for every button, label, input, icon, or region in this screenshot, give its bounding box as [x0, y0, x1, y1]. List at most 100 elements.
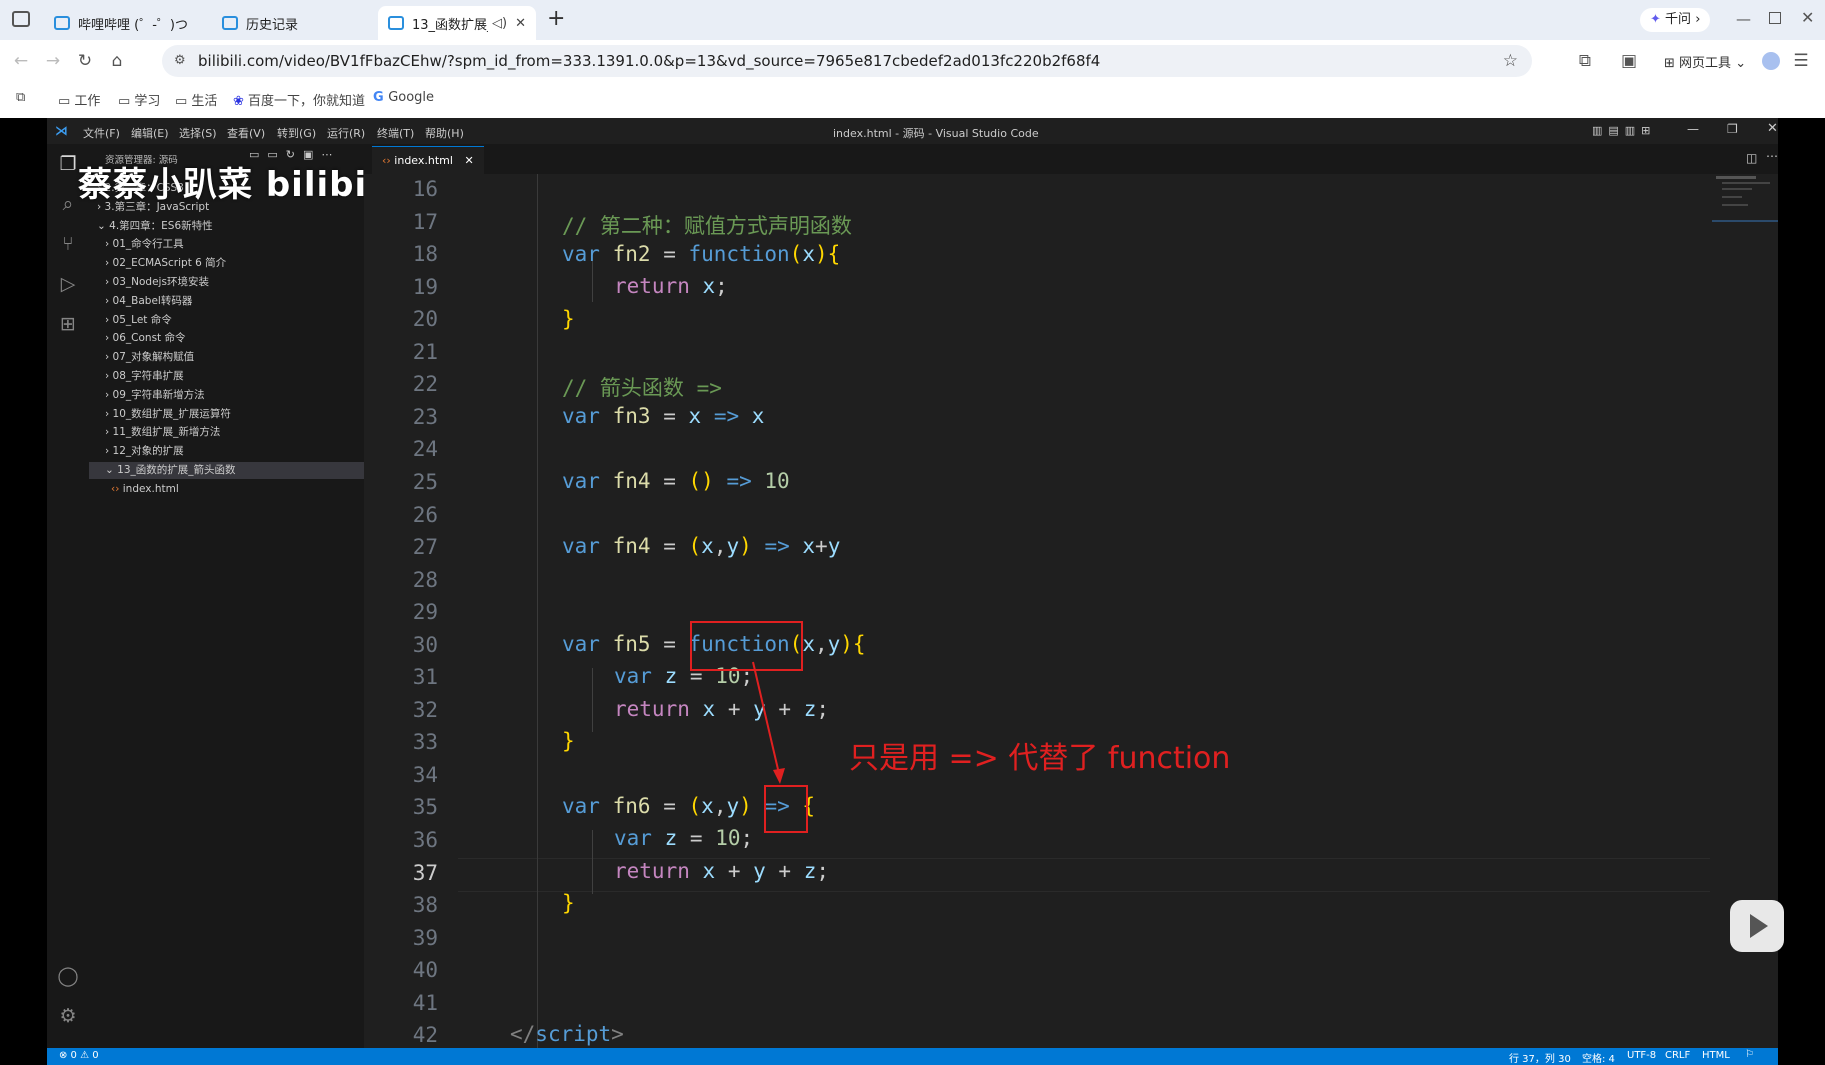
bookmark-folder-study[interactable]: ▭ 学习 — [118, 90, 160, 109]
tree-folder-item[interactable]: › 01_命令行工具 — [89, 236, 364, 253]
source-control-icon[interactable]: ⑂ — [56, 232, 80, 256]
bilibili-play-logo-icon[interactable] — [1730, 900, 1784, 952]
layout-toggle-icons[interactable]: ▥▤▥⊞ — [1592, 124, 1656, 137]
tree-item-label: index.html — [122, 482, 179, 495]
menu-go[interactable]: 转到(G) — [277, 125, 316, 141]
code-line-18: var fn2 = function(x){ — [562, 242, 841, 266]
url-input[interactable]: ⚙ bilibili.com/video/BV1fFbazCEhw/?spm_i… — [162, 45, 1532, 77]
code-line-27: var fn4 = (x,y) => x+y — [562, 534, 841, 558]
operator: = — [663, 794, 676, 818]
keyword-function: function — [688, 242, 790, 266]
close-window-icon[interactable]: ✕ — [1801, 8, 1814, 27]
menu-run[interactable]: 运行(R) — [327, 125, 365, 141]
reload-icon[interactable]: ↻ — [74, 50, 96, 72]
tree-folder-item[interactable]: › 05_Let 命令 — [89, 312, 364, 329]
keyword-return: return — [614, 859, 690, 883]
extensions-icon[interactable]: ⧉ — [1574, 50, 1596, 72]
vscode-minimize-icon[interactable]: — — [1687, 122, 1699, 136]
qianwen-button[interactable]: ✦ 千问 › — [1640, 8, 1711, 32]
bookmarks-apps-icon[interactable]: ⧉ — [16, 90, 25, 105]
back-icon[interactable]: ← — [10, 50, 32, 72]
menu-terminal[interactable]: 终端(T) — [377, 125, 414, 141]
menu-help[interactable]: 帮助(H) — [425, 125, 464, 141]
browser-tab-active[interactable]: 13_函数扩展_箭头函数 ◁) ✕ — [378, 6, 536, 40]
run-debug-icon[interactable]: ▷ — [56, 272, 80, 296]
menu-view[interactable]: 查看(V) — [227, 125, 265, 141]
tree-folder-item[interactable]: › 07_对象解构赋值 — [89, 349, 364, 366]
profile-avatar[interactable] — [1762, 52, 1780, 70]
settings-gear-icon[interactable]: ⚙ — [56, 1004, 80, 1028]
site-info-icon[interactable]: ⚙ — [174, 45, 186, 77]
extensions-icon[interactable]: ⊞ — [56, 312, 80, 336]
bookmarks-bar: ⧉ ▭ 工作 ▭ 学习 ▭ 生活 ❀ 百度一下，你就知道 G Google — [0, 82, 1825, 118]
bookmark-star-icon[interactable]: ☆ — [1503, 45, 1518, 77]
bookmark-baidu[interactable]: ❀ 百度一下，你就知道 — [233, 90, 365, 109]
tab-label: 历史记录 — [246, 17, 299, 33]
tab-actions-icon[interactable] — [12, 11, 30, 27]
operator: = — [663, 242, 676, 266]
identifier: x — [702, 697, 716, 721]
browser-tab-history[interactable]: 历史记录 — [212, 6, 366, 40]
identifier: z — [664, 826, 678, 850]
identifier: fn5 — [612, 632, 651, 656]
split-editor-icon[interactable]: ◫ — [1746, 151, 1757, 165]
home-icon[interactable]: ⌂ — [106, 50, 128, 72]
bookmark-folder-work[interactable]: ▭ 工作 — [58, 90, 100, 109]
menu-edit[interactable]: 编辑(E) — [131, 125, 169, 141]
indentation-status[interactable]: 空格: 4 — [1582, 1050, 1615, 1065]
tree-item-label: 06_Const 命令 — [112, 332, 186, 345]
tree-folder-item[interactable]: › 12_对象的扩展 — [89, 443, 364, 460]
maximize-window-icon[interactable] — [1769, 12, 1781, 24]
tree-file-item[interactable]: ‹› index.html — [89, 481, 364, 498]
indent-guide — [592, 830, 593, 894]
language-mode[interactable]: HTML — [1702, 1050, 1730, 1061]
folder-icon: ▭ — [175, 94, 192, 109]
forward-icon[interactable]: → — [42, 50, 64, 72]
web-tools-button[interactable]: ⊞ 网页工具 ⌄ — [1664, 52, 1746, 71]
tree-folder-item[interactable]: › 10_数组扩展_扩展运算符 — [89, 406, 364, 423]
vscode-close-icon[interactable]: ✕ — [1767, 121, 1778, 136]
close-tab-icon[interactable]: ✕ — [515, 16, 526, 31]
minimap[interactable] — [1712, 174, 1778, 234]
tree-folder-item[interactable]: › 09_字符串新增方法 — [89, 387, 364, 404]
param: y — [827, 632, 841, 656]
explorer-icon[interactable]: ❐ — [56, 152, 80, 176]
arrow-operator: => — [726, 469, 752, 493]
bookmark-folder-life[interactable]: ▭ 生活 — [175, 90, 217, 109]
notifications-bell-icon[interactable]: ⚐ — [1745, 1049, 1754, 1060]
bookmark-label: 生活 — [191, 94, 218, 109]
browser-tab-bilibili-home[interactable]: 哔哩哔哩 (゜-゜)つロ 干杯~-bilibili — [44, 6, 198, 40]
eol-status[interactable]: CRLF — [1665, 1050, 1690, 1061]
encoding-status[interactable]: UTF-8 — [1627, 1050, 1656, 1061]
chevron-right-icon: › — [105, 351, 113, 364]
tree-folder-item[interactable]: ⌄ 4.第四章：ES6新特性 — [89, 218, 364, 235]
identifier: fn4 — [612, 534, 651, 558]
tree-folder-item[interactable]: › 08_字符串扩展 — [89, 368, 364, 385]
menu-selection[interactable]: 选择(S) — [179, 125, 217, 141]
sidebar-menu-icon[interactable]: ☰ — [1790, 50, 1812, 72]
tree-folder-item[interactable]: › 06_Const 命令 — [89, 330, 364, 347]
more-actions-icon[interactable]: ⋯ — [1766, 149, 1778, 163]
problems-indicator[interactable]: ⊗ 0 ⚠ 0 — [59, 1050, 99, 1061]
tree-folder-item[interactable]: › 11_数组扩展_新增方法 — [89, 424, 364, 441]
new-tab-button[interactable]: + — [547, 6, 565, 31]
line-number: 35 — [412, 795, 438, 820]
vscode-restore-icon[interactable]: ❐ — [1727, 122, 1738, 136]
number-literal: 10 — [764, 469, 790, 493]
editor-tab-index-html[interactable]: ‹› index.html ✕ — [372, 146, 484, 175]
bookmark-google[interactable]: G Google — [373, 90, 434, 105]
screenshot-icon[interactable]: ▣ — [1618, 50, 1640, 72]
menu-file[interactable]: 文件(F) — [83, 125, 120, 141]
speaker-icon[interactable]: ◁) — [492, 16, 507, 31]
cursor-position[interactable]: 行 37，列 30 — [1509, 1050, 1571, 1065]
accounts-icon[interactable]: ◯ — [56, 964, 80, 988]
minimize-window-icon[interactable]: — — [1736, 10, 1751, 28]
tree-folder-item[interactable]: ⌄ 13_函数的扩展_箭头函数 — [89, 462, 364, 479]
line-number: 39 — [412, 925, 438, 950]
param: x — [701, 534, 714, 558]
tree-folder-item[interactable]: › 03_Nodejs环境安装 — [89, 274, 364, 291]
tree-folder-item[interactable]: › 02_ECMAScript 6 简介 — [89, 255, 364, 272]
tree-folder-item[interactable]: › 04_Babel转码器 — [89, 293, 364, 310]
close-editor-tab-icon[interactable]: ✕ — [464, 154, 473, 167]
search-icon[interactable]: ⌕ — [56, 192, 80, 216]
